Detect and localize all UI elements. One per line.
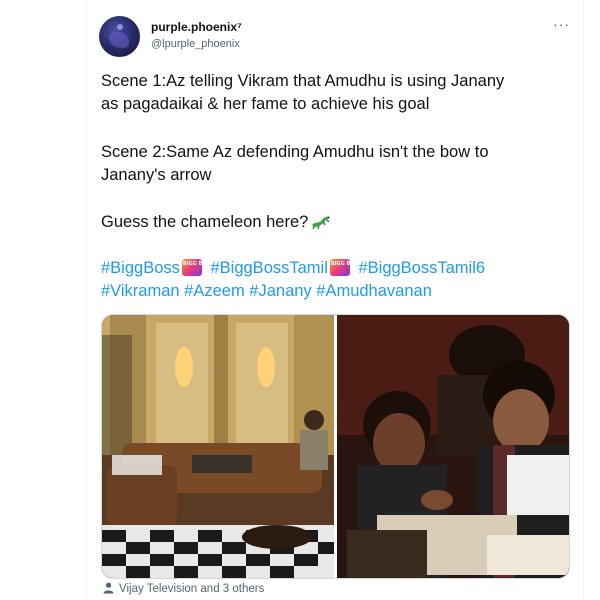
tweet-media-grid[interactable] xyxy=(101,314,570,579)
tweet-question-text: Guess the chameleon here? xyxy=(101,213,309,231)
tweet-text-line: Scene 1:Az telling Vikram that Amudhu is… xyxy=(101,72,505,90)
more-options-icon[interactable]: ··· xyxy=(553,16,570,32)
bigg-boss-emoji-icon xyxy=(181,259,202,276)
person-icon xyxy=(103,582,114,594)
media-image-right[interactable] xyxy=(337,315,569,578)
tweet-text-line: Scene 2:Same Az defending Amudhu isn't t… xyxy=(101,143,489,161)
media-image-left[interactable] xyxy=(102,315,334,578)
hashtag-block: #BiggBoss #BiggBossTamil #BiggBossTamil6… xyxy=(101,257,571,303)
hashtag-link[interactable]: #BiggBossTamil6 xyxy=(358,259,485,277)
tweet-text-line: Guess the chameleon here? xyxy=(101,211,571,234)
hashtag-link[interactable]: #BiggBoss xyxy=(101,259,180,277)
tweet-text-line: Janany's arrow xyxy=(101,166,212,184)
hashtag-link[interactable]: #Janany xyxy=(249,282,311,300)
hashtag-link[interactable]: #Vikraman xyxy=(101,282,180,300)
tweet-paragraph-2: Scene 2:Same Az defending Amudhu isn't t… xyxy=(101,141,571,187)
author-avatar[interactable] xyxy=(99,16,140,57)
tweet-paragraph-3: Guess the chameleon here? xyxy=(101,211,571,234)
bigg-boss-emoji-icon xyxy=(329,259,350,276)
tagged-users-label[interactable]: Vijay Television and 3 others xyxy=(119,583,264,595)
hashtag-link[interactable]: #BiggBossTamil xyxy=(210,259,327,277)
tagged-users[interactable]: Vijay Television and 3 others xyxy=(103,582,264,595)
hashtag-line-1: #BiggBoss #BiggBossTamil #BiggBossTamil6 xyxy=(101,257,571,280)
hashtag-line-2: #Vikraman #Azeem #Janany #Amudhavanan xyxy=(101,280,571,303)
lizard-emoji-icon xyxy=(312,216,331,230)
hashtag-link[interactable]: #Amudhavanan xyxy=(316,282,432,300)
hashtag-link[interactable]: #Azeem xyxy=(184,282,245,300)
tweet-text-line: as pagadaikai & her fame to achieve his … xyxy=(101,95,430,113)
author-handle[interactable]: @lpurple_phoenix xyxy=(151,38,240,50)
tweet-paragraph-1: Scene 1:Az telling Vikram that Amudhu is… xyxy=(101,70,571,116)
author-display-name[interactable]: purple.phoenix⁷ xyxy=(151,20,242,34)
